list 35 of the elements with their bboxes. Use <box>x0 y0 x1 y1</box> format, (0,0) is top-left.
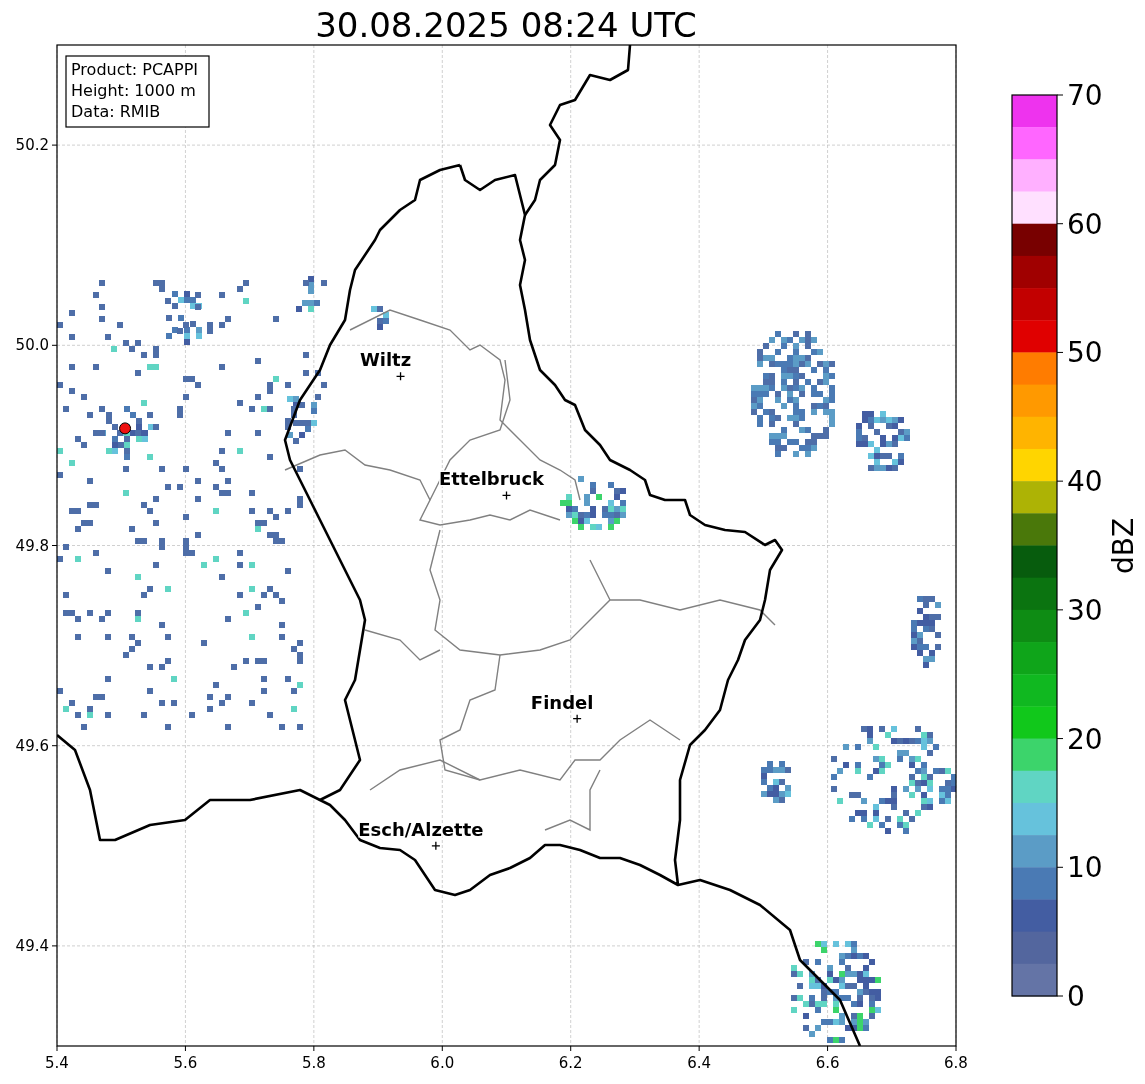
colorbar-tick-label: 60 <box>1067 207 1103 241</box>
city-label: Findel <box>530 691 594 713</box>
y-tick-label: 50.0 <box>15 336 49 355</box>
y-tick-label: 49.4 <box>15 936 49 955</box>
city-label: Esch/Alzette <box>358 818 484 840</box>
city-marker-icon <box>395 371 406 381</box>
colorbar-tick-label: 70 <box>1067 79 1103 112</box>
info-text: Height: 1000 m <box>71 81 196 100</box>
chart-title: 30.08.2025 08:24 UTC <box>315 5 697 45</box>
x-tick-label: 6.2 <box>558 1054 583 1072</box>
city-marker-icon <box>501 490 512 501</box>
y-tick-label: 49.8 <box>15 536 49 555</box>
city-label: Ettelbruck <box>438 468 545 490</box>
city-label: Wiltz <box>359 349 412 371</box>
info-text: Product: PCAPPI <box>71 60 198 79</box>
colorbar-tick-label: 0 <box>1067 980 1085 1013</box>
x-tick-label: 5.6 <box>173 1054 198 1072</box>
y-tick-label: 49.6 <box>15 736 49 755</box>
colorbar-tick-label: 50 <box>1067 336 1103 370</box>
y-tick-label: 50.2 <box>15 136 49 155</box>
info-text: Data: RMIB <box>71 102 161 121</box>
city-marker-icon <box>572 714 582 724</box>
x-tick-label: 6.4 <box>687 1054 712 1072</box>
city-marker-icon <box>431 841 441 851</box>
x-tick-label: 5.8 <box>301 1054 326 1072</box>
x-tick-label: 6.0 <box>430 1054 455 1072</box>
radar-site-marker <box>119 422 132 435</box>
x-tick-label: 6.8 <box>944 1054 968 1072</box>
colorbar-tick-label: 10 <box>1067 851 1103 885</box>
colorbar-tick-label: 20 <box>1067 722 1103 756</box>
colorbar-tick-label: 30 <box>1067 593 1103 627</box>
x-tick-label: 6.6 <box>815 1054 840 1072</box>
colorbar-tick-label: 40 <box>1067 465 1103 499</box>
colorbar-label: dBZ <box>1107 517 1140 575</box>
x-tick-label: 5.4 <box>45 1054 69 1072</box>
